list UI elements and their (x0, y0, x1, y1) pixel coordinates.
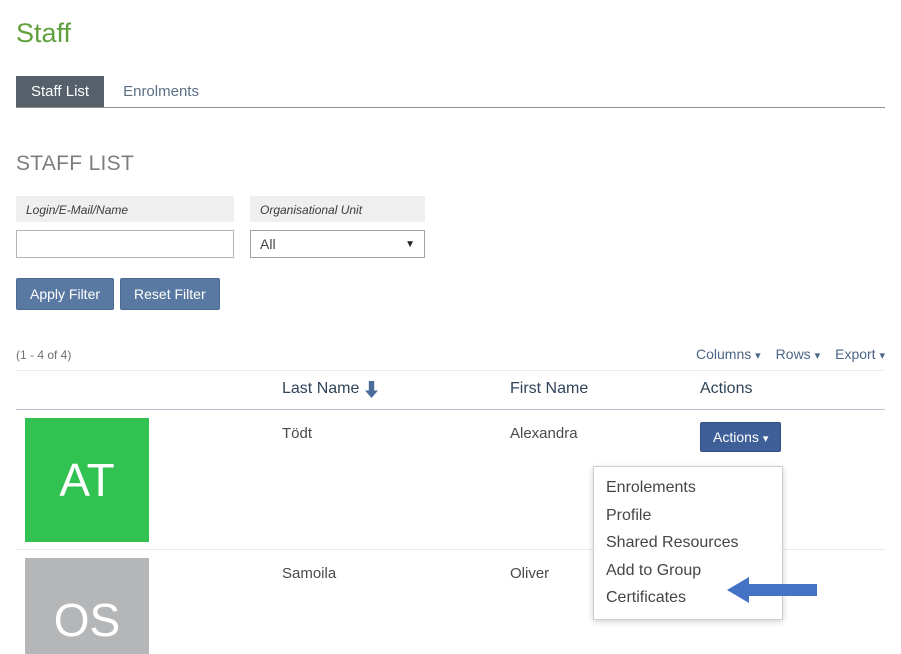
menu-item-shared-resources[interactable]: Shared Resources (594, 529, 782, 557)
reset-filter-button[interactable]: Reset Filter (120, 278, 220, 310)
avatar-initials: AT (59, 453, 114, 507)
annotation-arrow-left-icon (727, 577, 817, 603)
header-actions: Actions (700, 380, 885, 398)
tab-bar: Staff List Enrolments (16, 76, 885, 108)
avatar: OS (25, 558, 149, 654)
apply-filter-button[interactable]: Apply Filter (16, 278, 114, 310)
table-toolbar: (1 - 4 of 4) Columns ▾ Rows ▾ Export ▾ (16, 346, 885, 362)
login-filter-label: Login/E-Mail/Name (16, 196, 234, 222)
page-title: Staff (0, 0, 901, 49)
staff-page: Staff Staff List Enrolments STAFF LIST L… (0, 0, 901, 654)
last-name-cell: Samoila (282, 550, 510, 654)
org-unit-select[interactable]: All ▼ (250, 230, 425, 258)
org-unit-filter-label: Organisational Unit (250, 196, 425, 222)
menu-item-profile[interactable]: Profile (594, 502, 782, 530)
avatar: AT (25, 418, 149, 542)
chevron-down-icon: ▾ (755, 350, 761, 362)
rows-menu[interactable]: Rows ▾ (776, 346, 820, 362)
export-menu[interactable]: Export ▾ (835, 346, 885, 362)
chevron-down-icon: ▾ (879, 350, 885, 362)
table-header-row: Last Name First Name Actions (16, 370, 885, 410)
avatar-initials: OS (54, 593, 120, 647)
filter-buttons: Apply Filter Reset Filter (16, 278, 885, 310)
tab-enrolments[interactable]: Enrolments (108, 76, 214, 107)
header-first-name[interactable]: First Name (510, 380, 700, 398)
login-filter-field: Login/E-Mail/Name (16, 196, 234, 258)
tab-staff-list[interactable]: Staff List (16, 76, 104, 107)
header-avatar-column (16, 380, 282, 398)
sort-descending-icon (365, 381, 378, 398)
header-last-name[interactable]: Last Name (282, 380, 510, 398)
chevron-down-icon: ▾ (763, 433, 769, 445)
menu-item-enrolements[interactable]: Enrolements (594, 474, 782, 502)
filter-panel: Login/E-Mail/Name Organisational Unit Al… (16, 196, 885, 258)
chevron-down-icon: ▾ (815, 350, 821, 362)
section-title: STAFF LIST (16, 152, 885, 176)
actions-dropdown-button[interactable]: Actions▾ (700, 422, 781, 452)
login-filter-input[interactable] (16, 230, 234, 258)
columns-menu[interactable]: Columns ▾ (696, 346, 761, 362)
select-caret-icon: ▼ (405, 239, 415, 250)
org-unit-selected-value: All (260, 236, 276, 252)
pagination-info: (1 - 4 of 4) (16, 348, 71, 362)
org-unit-filter-field: Organisational Unit All ▼ (250, 196, 425, 258)
last-name-cell: Tödt (282, 410, 510, 549)
